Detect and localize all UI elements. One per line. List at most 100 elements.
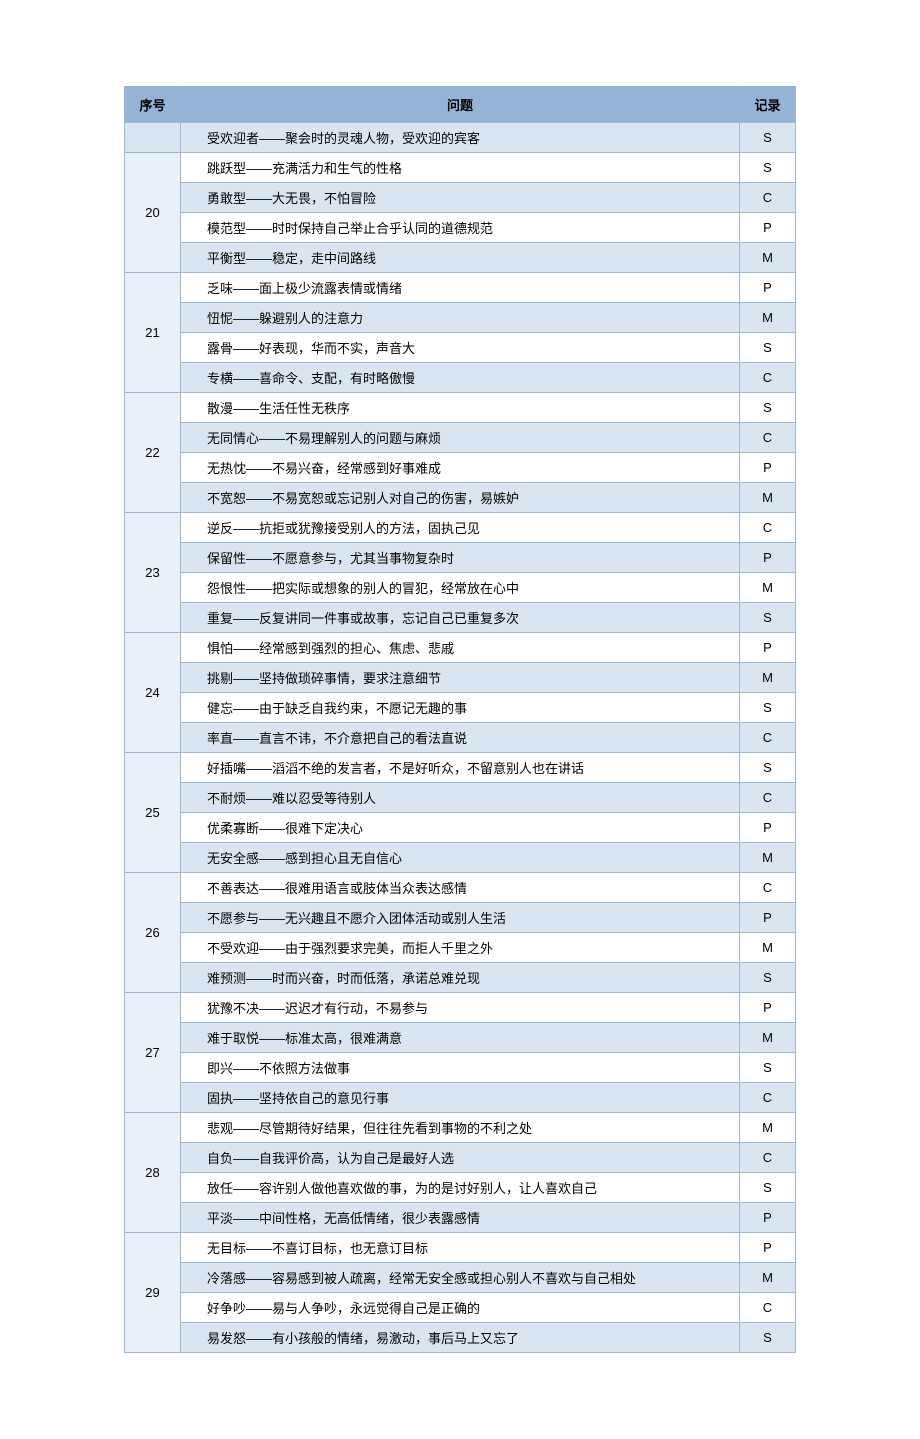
table-row: 28悲观——尽管期待好结果，但往往先看到事物的不利之处M <box>125 1113 796 1143</box>
header-record: 记录 <box>740 87 796 123</box>
record-cell: C <box>740 1143 796 1173</box>
record-cell: P <box>740 453 796 483</box>
question-cell: 散漫——生活任性无秩序 <box>181 393 740 423</box>
table-row: 无安全感——感到担心且无自信心M <box>125 843 796 873</box>
question-cell: 乏味——面上极少流露表情或情绪 <box>181 273 740 303</box>
table-row: 25好插嘴——滔滔不绝的发言者，不是好听众，不留意别人也在讲话S <box>125 753 796 783</box>
table-row: 难预测——时而兴奋，时而低落，承诺总难兑现S <box>125 963 796 993</box>
table-row: 27犹豫不决——迟迟才有行动，不易参与P <box>125 993 796 1023</box>
record-cell: P <box>740 993 796 1023</box>
question-cell: 不耐烦——难以忍受等待别人 <box>181 783 740 813</box>
record-cell: P <box>740 1203 796 1233</box>
seq-cell: 25 <box>125 753 181 873</box>
record-cell: M <box>740 303 796 333</box>
question-cell: 好插嘴——滔滔不绝的发言者，不是好听众，不留意别人也在讲话 <box>181 753 740 783</box>
record-cell: S <box>740 1323 796 1353</box>
table-row: 23逆反——抗拒或犹豫接受别人的方法，固执己见C <box>125 513 796 543</box>
record-cell: M <box>740 1113 796 1143</box>
question-cell: 无安全感——感到担心且无自信心 <box>181 843 740 873</box>
question-cell: 无目标——不喜订目标，也无意订目标 <box>181 1233 740 1263</box>
header-row: 序号 问题 记录 <box>125 87 796 123</box>
question-cell: 自负——自我评价高，认为自己是最好人选 <box>181 1143 740 1173</box>
question-cell: 露骨——好表现，华而不实，声音大 <box>181 333 740 363</box>
table-row: 即兴——不依照方法做事S <box>125 1053 796 1083</box>
record-cell: M <box>740 933 796 963</box>
question-cell: 勇敢型——大无畏，不怕冒险 <box>181 183 740 213</box>
header-seq: 序号 <box>125 87 181 123</box>
question-cell: 难预测——时而兴奋，时而低落，承诺总难兑现 <box>181 963 740 993</box>
record-cell: S <box>740 1053 796 1083</box>
question-cell: 难于取悦——标准太高，很难满意 <box>181 1023 740 1053</box>
record-cell: P <box>740 1233 796 1263</box>
record-cell: S <box>740 123 796 153</box>
table-row: 固执——坚持依自己的意见行事C <box>125 1083 796 1113</box>
table-row: 不愿参与——无兴趣且不愿介入团体活动或别人生活P <box>125 903 796 933</box>
question-cell: 平衡型——稳定，走中间路线 <box>181 243 740 273</box>
record-cell: C <box>740 1293 796 1323</box>
table-row: 优柔寡断——很难下定决心P <box>125 813 796 843</box>
record-cell: P <box>740 213 796 243</box>
question-cell: 挑剔——坚持做琐碎事情，要求注意细节 <box>181 663 740 693</box>
table-row: 自负——自我评价高，认为自己是最好人选C <box>125 1143 796 1173</box>
table-row: 勇敢型——大无畏，不怕冒险C <box>125 183 796 213</box>
record-cell: S <box>740 603 796 633</box>
table-row: 无热忱——不易兴奋，经常感到好事难成P <box>125 453 796 483</box>
record-cell: S <box>740 333 796 363</box>
question-cell: 悲观——尽管期待好结果，但往往先看到事物的不利之处 <box>181 1113 740 1143</box>
seq-cell: 27 <box>125 993 181 1113</box>
record-cell: M <box>740 1023 796 1053</box>
table-row: 22散漫——生活任性无秩序S <box>125 393 796 423</box>
question-cell: 平淡——中间性格，无高低情绪，很少表露感情 <box>181 1203 740 1233</box>
table-row: 保留性——不愿意参与，尤其当事物复杂时P <box>125 543 796 573</box>
record-cell: C <box>740 183 796 213</box>
record-cell: C <box>740 363 796 393</box>
question-cell: 优柔寡断——很难下定决心 <box>181 813 740 843</box>
record-cell: P <box>740 903 796 933</box>
record-cell: S <box>740 153 796 183</box>
table-row: 不宽恕——不易宽恕或忘记别人对自己的伤害，易嫉妒M <box>125 483 796 513</box>
question-cell: 冷落感——容易感到被人疏离，经常无安全感或担心别人不喜欢与自己相处 <box>181 1263 740 1293</box>
seq-cell: 21 <box>125 273 181 393</box>
personality-table: 序号 问题 记录 受欢迎者——聚会时的灵魂人物，受欢迎的宾客S20跳跃型——充满… <box>124 86 796 1353</box>
table-row: 26不善表达——很难用语言或肢体当众表达感情C <box>125 873 796 903</box>
question-cell: 重复——反复讲同一件事或故事，忘记自己已重复多次 <box>181 603 740 633</box>
table-row: 健忘——由于缺乏自我约束，不愿记无趣的事S <box>125 693 796 723</box>
record-cell: M <box>740 1263 796 1293</box>
table-row: 受欢迎者——聚会时的灵魂人物，受欢迎的宾客S <box>125 123 796 153</box>
record-cell: C <box>740 423 796 453</box>
seq-cell: 20 <box>125 153 181 273</box>
header-question: 问题 <box>181 87 740 123</box>
table-row: 挑剔——坚持做琐碎事情，要求注意细节M <box>125 663 796 693</box>
record-cell: S <box>740 963 796 993</box>
question-cell: 怨恨性——把实际或想象的别人的冒犯，经常放在心中 <box>181 573 740 603</box>
record-cell: P <box>740 813 796 843</box>
record-cell: C <box>740 1083 796 1113</box>
record-cell: P <box>740 633 796 663</box>
record-cell: M <box>740 243 796 273</box>
question-cell: 无热忱——不易兴奋，经常感到好事难成 <box>181 453 740 483</box>
table-row: 冷落感——容易感到被人疏离，经常无安全感或担心别人不喜欢与自己相处M <box>125 1263 796 1293</box>
record-cell: C <box>740 783 796 813</box>
question-cell: 健忘——由于缺乏自我约束，不愿记无趣的事 <box>181 693 740 723</box>
record-cell: C <box>740 873 796 903</box>
question-cell: 即兴——不依照方法做事 <box>181 1053 740 1083</box>
record-cell: S <box>740 1173 796 1203</box>
question-cell: 不愿参与——无兴趣且不愿介入团体活动或别人生活 <box>181 903 740 933</box>
table-row: 忸怩——躲避别人的注意力M <box>125 303 796 333</box>
question-cell: 犹豫不决——迟迟才有行动，不易参与 <box>181 993 740 1023</box>
question-cell: 率直——直言不讳，不介意把自己的看法直说 <box>181 723 740 753</box>
question-cell: 忸怩——躲避别人的注意力 <box>181 303 740 333</box>
question-cell: 放任——容许别人做他喜欢做的事，为的是讨好别人，让人喜欢自己 <box>181 1173 740 1203</box>
seq-cell <box>125 123 181 153</box>
question-cell: 保留性——不愿意参与，尤其当事物复杂时 <box>181 543 740 573</box>
question-cell: 好争吵——易与人争吵，永远觉得自己是正确的 <box>181 1293 740 1323</box>
seq-cell: 24 <box>125 633 181 753</box>
record-cell: C <box>740 723 796 753</box>
question-cell: 固执——坚持依自己的意见行事 <box>181 1083 740 1113</box>
table-row: 21乏味——面上极少流露表情或情绪P <box>125 273 796 303</box>
question-cell: 不受欢迎——由于强烈要求完美，而拒人千里之外 <box>181 933 740 963</box>
question-cell: 模范型——时时保持自己举止合乎认同的道德规范 <box>181 213 740 243</box>
question-cell: 专横——喜命令、支配，有时略傲慢 <box>181 363 740 393</box>
seq-cell: 23 <box>125 513 181 633</box>
record-cell: P <box>740 273 796 303</box>
